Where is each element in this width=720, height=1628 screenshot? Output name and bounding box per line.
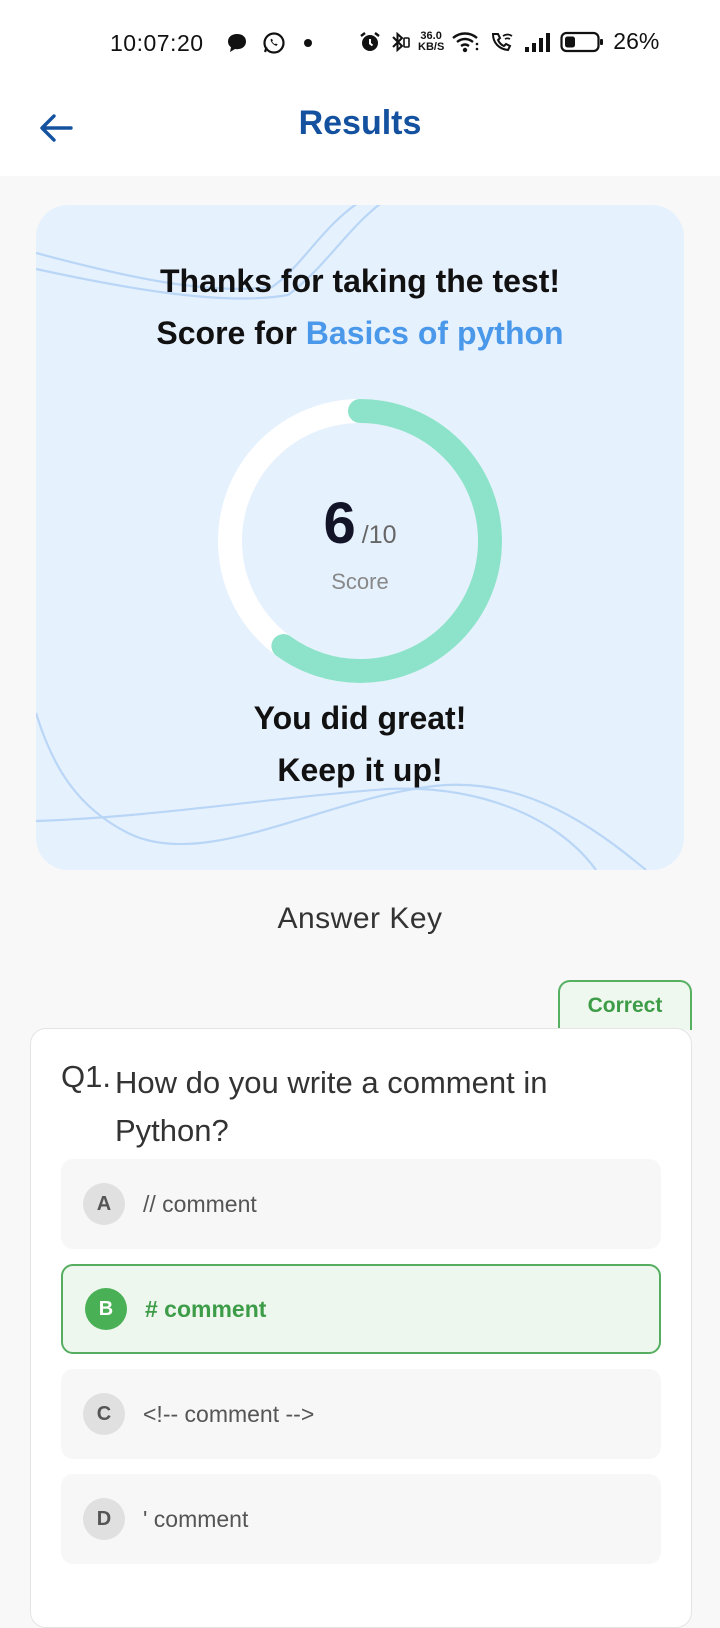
alarm-icon	[360, 31, 380, 51]
signal-strength-icon	[525, 32, 551, 52]
score-value: 6/10	[323, 491, 397, 556]
keep-it-up-message: Keep it up!	[277, 752, 443, 788]
option-c[interactable]: C <!-- comment -->	[61, 1369, 661, 1459]
subject-name: Basics of python	[305, 315, 564, 351]
option-letter: A	[83, 1183, 125, 1225]
question-number: Q1.	[61, 1059, 111, 1094]
answer-key-title: Answer Key	[277, 902, 443, 935]
thanks-text: Thanks for taking the test!	[159, 263, 561, 299]
battery-icon	[560, 31, 604, 52]
status-time: 10:07:20	[110, 30, 204, 56]
whatsapp-icon	[263, 32, 285, 54]
score-total: /10	[361, 521, 397, 549]
option-text: ' comment	[143, 1505, 249, 1532]
bluetooth-icon	[392, 31, 410, 52]
network-speed: 36.0 KB/S	[418, 29, 445, 53]
score-card: Thanks for taking the test! Score for Ba…	[36, 205, 684, 870]
chat-bubble-icon	[228, 34, 246, 52]
option-text: // comment	[143, 1190, 257, 1217]
wifi-calling-icon	[492, 32, 513, 51]
status-bar: 10:07:20 36.0 KB/S 26%	[0, 0, 720, 90]
score-label: Score	[331, 569, 389, 594]
option-a[interactable]: A // comment	[61, 1159, 661, 1249]
score-for-text: Score for Basics of python	[156, 315, 564, 351]
option-letter: D	[83, 1498, 125, 1540]
option-text: # comment	[145, 1295, 267, 1322]
option-d[interactable]: D ' comment	[61, 1474, 661, 1564]
notification-dot-icon	[304, 39, 312, 47]
great-message: You did great!	[253, 700, 467, 736]
option-b[interactable]: B # comment	[61, 1264, 661, 1354]
question-card: Q1. How do you write a comment in Python…	[30, 1028, 692, 1628]
battery-percentage: 26%	[613, 28, 660, 54]
question-text: How do you write a comment in Python?	[115, 1065, 548, 1148]
option-letter: B	[85, 1288, 127, 1330]
app-bar: Results	[0, 90, 720, 176]
page-title: Results	[298, 104, 422, 142]
option-letter: C	[83, 1393, 125, 1435]
wifi-icon	[452, 31, 479, 52]
correct-badge: Correct	[558, 980, 692, 1030]
option-text: <!-- comment -->	[143, 1400, 315, 1427]
